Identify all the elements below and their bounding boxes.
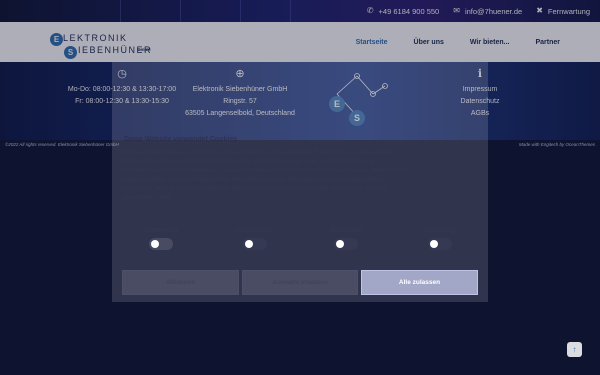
switch-praeferenzen[interactable] [243,238,267,250]
toggle-statistiken: Statistiken [306,227,386,255]
allow-all-button[interactable]: Alle zulassen [361,270,478,295]
toggle-marketing: Marketing [400,227,480,255]
switch-notwendig [149,238,173,250]
cookie-text: Wir verwenden Cookies, um Inhalte und An… [122,149,409,201]
scroll-to-top-button[interactable]: ↑ [567,342,582,357]
cookie-toggles: Notwendig Präferenzen Statistiken Market… [112,227,488,257]
cookie-overlay: Diese Website verwendet Cookies Wir verw… [0,0,600,375]
toggle-notwendig: Notwendig [121,227,201,255]
cookie-title: Diese Website verwendet Cookies [124,136,238,143]
allow-selection-button[interactable]: Auswahl erlauben [242,270,358,295]
toggle-praeferenzen: Präferenzen [215,227,295,255]
deny-button[interactable]: Ablehnen [122,270,239,295]
switch-statistiken[interactable] [334,238,358,250]
cookie-dialog: Diese Website verwendet Cookies Wir verw… [112,62,488,302]
arrow-up-icon: ↑ [572,345,577,354]
switch-marketing[interactable] [428,238,452,250]
